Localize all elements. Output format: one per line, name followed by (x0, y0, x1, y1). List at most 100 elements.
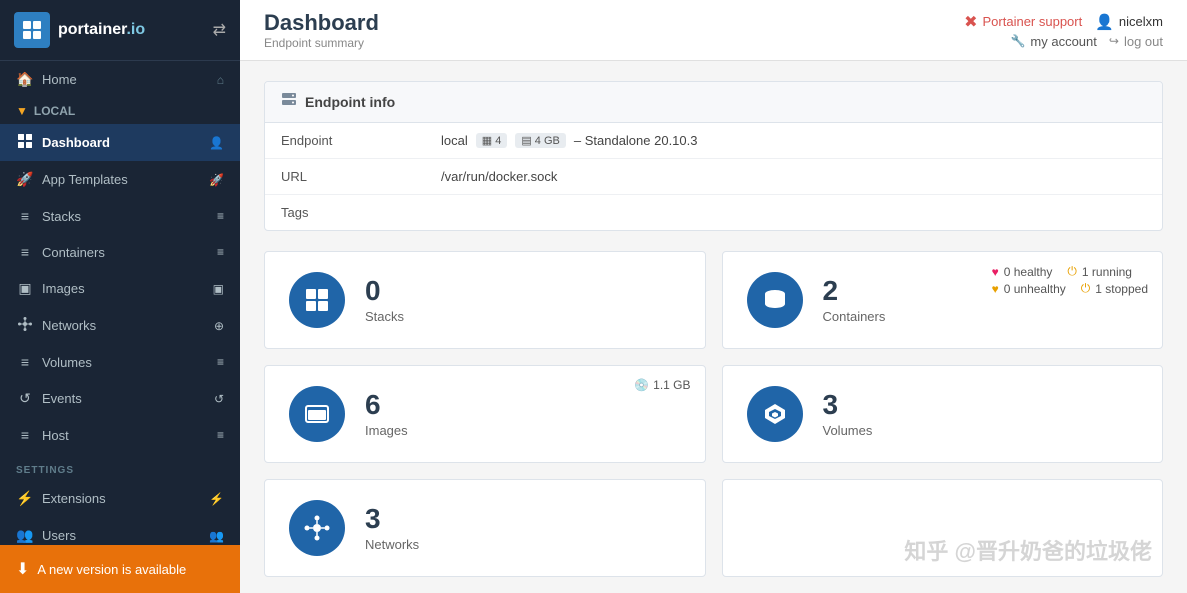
images-card[interactable]: 6 Images 💿 1.1 GB (264, 365, 706, 463)
standalone-label: – Standalone 20.10.3 (574, 133, 698, 148)
stopped-icon: ⏻ (1081, 281, 1091, 296)
sidebar-header: portainer.io ⇄ (0, 0, 240, 61)
stacks-card-info: 0 Stacks (365, 276, 681, 324)
containers-icon: ≡ (16, 244, 34, 260)
healthy-count: 0 healthy (1004, 265, 1053, 279)
endpoint-info-card: Endpoint info Endpoint local ▦ 4 (264, 81, 1163, 231)
new-version-banner[interactable]: ⬇ A new version is available (0, 545, 240, 593)
page-subtitle: Endpoint summary (264, 36, 379, 50)
events-icon: ↺ (16, 390, 34, 407)
topbar-right-group: ✖ Portainer support 👤 nicelxm 🔧 my accou… (964, 12, 1163, 49)
server-icon (281, 92, 297, 112)
images-card-info: 6 Images (365, 390, 681, 438)
volumes-label: Volumes (823, 423, 1139, 438)
sidebar-item-volumes[interactable]: ≡ Volumes ≡ (0, 344, 240, 380)
app-templates-icon: 🚀 (16, 171, 34, 188)
watermark-card: 知乎 @晋升奶爸的垃圾佬 (722, 479, 1164, 577)
support-icon: ✖ (964, 12, 977, 32)
tags-label: Tags (265, 195, 425, 231)
networks-right-icon: ⊕ (214, 319, 224, 333)
stacks-card[interactable]: 0 Stacks (264, 251, 706, 349)
host-label: Host (42, 428, 69, 443)
dashboard-label: Dashboard (42, 135, 110, 150)
sidebar-item-users[interactable]: 👥 Users 👥 (0, 517, 240, 545)
volumes-right-icon: ≡ (217, 355, 224, 369)
topbar-right: ✖ Portainer support 👤 nicelxm 🔧 my accou… (964, 12, 1163, 49)
sidebar-item-host[interactable]: ≡ Host ≡ (0, 417, 240, 453)
containers-card-icon (747, 272, 803, 328)
running-count: 1 running (1082, 265, 1132, 279)
containers-card[interactable]: 2 Containers ♥ 0 healthy ⏻ 1 running ♥ 0… (722, 251, 1164, 349)
volumes-card-info: 3 Volumes (823, 390, 1139, 438)
stacks-right-icon: ≡ (217, 209, 224, 223)
download-icon: ⬇ (16, 559, 29, 579)
containers-status: ♥ 0 healthy ⏻ 1 running ♥ 0 unhealthy ⏻ … (992, 264, 1148, 296)
endpoint-info-title: Endpoint info (305, 94, 395, 110)
sidebar-item-events[interactable]: ↺ Events ↺ (0, 380, 240, 417)
dashboard-right-icon: 👤 (209, 136, 224, 150)
bolt-icon: ▼ (16, 104, 28, 118)
images-badge: 💿 1.1 GB (634, 378, 690, 392)
portainer-support-link[interactable]: ✖ Portainer support 👤 nicelxm (964, 12, 1163, 32)
endpoint-info-header: Endpoint info (265, 82, 1162, 123)
sidebar-item-images[interactable]: ▣ Images ▣ (0, 270, 240, 307)
sidebar-item-extensions[interactable]: ⚡ Extensions ⚡ (0, 480, 240, 517)
endpoint-info-body: Endpoint local ▦ 4 ▤ 4 GB – Standalo (265, 123, 1162, 230)
sidebar-item-label: Home (42, 72, 77, 87)
dashboard-icon (16, 134, 34, 151)
url-label: URL (265, 159, 425, 195)
users-icon: 👥 (16, 527, 34, 544)
main-content: Dashboard Endpoint summary ✖ Portainer s… (240, 0, 1187, 593)
running-icon: ⏻ (1067, 264, 1077, 279)
extensions-icon: ⚡ (16, 490, 34, 507)
volumes-card[interactable]: 3 Volumes (722, 365, 1164, 463)
home-icon-right: ⌂ (217, 73, 224, 87)
volumes-label: Volumes (42, 355, 92, 370)
sidebar-item-networks[interactable]: Networks ⊕ (0, 307, 240, 344)
support-label: Portainer support (983, 14, 1083, 29)
extensions-right-icon: ⚡ (209, 492, 224, 506)
containers-label: Containers (823, 309, 1139, 324)
extensions-label: Extensions (42, 491, 106, 506)
healthy-icon: ♥ (992, 265, 999, 279)
tags-value (425, 195, 1162, 231)
sidebar: portainer.io ⇄ 🏠 Home ⌂ ▼ LOCAL (0, 0, 240, 593)
users-label: Users (42, 528, 76, 543)
stacks-icon: ≡ (16, 208, 34, 224)
unhealthy-icon: ♥ (992, 282, 999, 296)
sidebar-item-dashboard[interactable]: Dashboard 👤 (0, 124, 240, 161)
sidebar-item-home[interactable]: 🏠 Home ⌂ (0, 61, 240, 98)
sidebar-item-containers[interactable]: ≡ Containers ≡ (0, 234, 240, 270)
volumes-icon: ≡ (16, 354, 34, 370)
host-right-icon: ≡ (217, 428, 224, 442)
unhealthy-count: 0 unhealthy (1004, 282, 1066, 296)
new-version-label: A new version is available (37, 562, 186, 577)
my-account-link[interactable]: 🔧 my account (1010, 34, 1096, 49)
transfer-icon[interactable]: ⇄ (213, 20, 226, 40)
containers-right-icon: ≡ (217, 245, 224, 259)
log-out-link[interactable]: ↪ log out (1109, 34, 1163, 49)
topbar-left: Dashboard Endpoint summary (264, 10, 379, 50)
networks-label: Networks (42, 318, 96, 333)
events-right-icon: ↺ (214, 392, 224, 406)
volumes-card-icon (747, 386, 803, 442)
log-out-label: log out (1124, 34, 1163, 49)
watermark: 知乎 @晋升奶爸的垃圾佬 (904, 534, 1152, 566)
volumes-count: 3 (823, 390, 1139, 421)
images-count: 6 (365, 390, 681, 421)
networks-icon (16, 317, 34, 334)
containers-label: Containers (42, 245, 105, 260)
sidebar-item-app-templates[interactable]: 🚀 App Templates 🚀 (0, 161, 240, 198)
networks-card[interactable]: 3 Networks (264, 479, 706, 577)
my-account-label: my account (1030, 34, 1096, 49)
stacks-label: Stacks (365, 309, 681, 324)
images-card-icon (289, 386, 345, 442)
logo: portainer.io (14, 12, 145, 48)
logo-icon (14, 12, 50, 48)
url-row: URL /var/run/docker.sock (265, 159, 1162, 195)
stacks-label: Stacks (42, 209, 81, 224)
logout-icon: ↪ (1109, 34, 1119, 48)
sidebar-item-stacks[interactable]: ≡ Stacks ≡ (0, 198, 240, 234)
images-label: Images (42, 281, 85, 296)
content-area: Endpoint info Endpoint local ▦ 4 (240, 61, 1187, 593)
